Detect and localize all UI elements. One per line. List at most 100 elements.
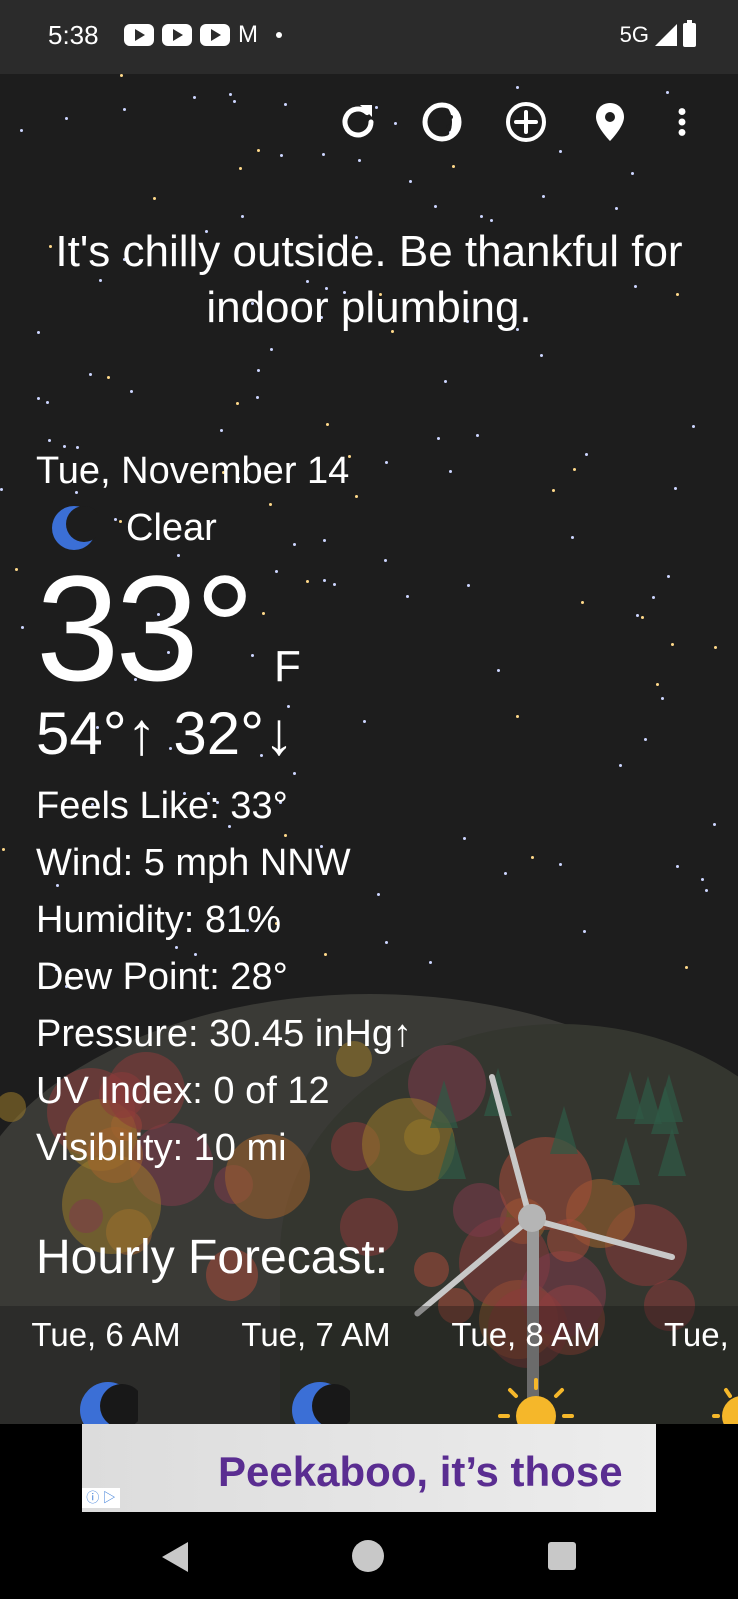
ad-text: Peekaboo, it’s those: [218, 1448, 623, 1495]
star: [676, 865, 679, 868]
pine-tree: [550, 1106, 578, 1154]
hourly-forecast-list[interactable]: Tue, 6 AM Tue, 7 AM Tue, 8 AM Tue,: [0, 1306, 738, 1424]
star: [559, 863, 562, 866]
pine-tree: [612, 1137, 640, 1185]
star: [2, 848, 5, 851]
back-icon[interactable]: [162, 1542, 188, 1572]
system-navigation-bar: [0, 1514, 738, 1599]
star: [434, 205, 437, 208]
star: [671, 643, 674, 646]
star: [713, 823, 716, 826]
star: [229, 93, 232, 96]
temperature-row: 33° F: [36, 553, 536, 703]
ad-banner[interactable]: Peekaboo, it’s those ⓘ ▷: [82, 1424, 656, 1512]
youtube-icon: [200, 24, 230, 46]
moon-icon: [80, 1382, 138, 1424]
wind: Wind: 5 mph NNW: [36, 842, 351, 884]
star: [701, 878, 704, 881]
star: [65, 117, 68, 120]
star: [123, 108, 126, 111]
star: [48, 439, 51, 442]
network-type: 5G: [619, 22, 649, 47]
ad-choices-icon[interactable]: ⓘ ▷: [82, 1488, 120, 1508]
pressure: Pressure: 30.45 inHg↑: [36, 1013, 412, 1055]
overflow-menu-icon: [678, 108, 686, 136]
weather-details: Feels Like: 33° Wind: 5 mph NNW Humidity…: [36, 778, 536, 1177]
battery-icon: [683, 20, 696, 47]
visibility: Visibility: 10 mi: [36, 1127, 287, 1169]
star: [326, 423, 329, 426]
star: [571, 536, 574, 539]
theme-button[interactable]: [418, 98, 466, 146]
star: [705, 889, 708, 892]
dot-icon: [276, 32, 282, 38]
youtube-icon: [162, 24, 192, 46]
star: [631, 172, 634, 175]
temperature-unit: F: [274, 642, 301, 691]
star: [20, 129, 23, 132]
star: [120, 74, 123, 77]
weather-tagline: It's chilly outside. Be thankful for ind…: [55, 227, 683, 332]
star: [644, 738, 647, 741]
star: [239, 167, 242, 170]
hourly-item-time: Tue, 8 AM: [451, 1316, 601, 1353]
overflow-menu-button[interactable]: [662, 98, 702, 146]
star: [280, 154, 283, 157]
toolbar: [330, 98, 710, 150]
refresh-button[interactable]: [334, 98, 382, 146]
star: [322, 153, 325, 156]
star: [674, 487, 677, 490]
star: [130, 390, 133, 393]
star: [476, 434, 479, 437]
star: [667, 575, 670, 578]
star: [46, 401, 49, 404]
current-date: Tue, November 14: [36, 450, 350, 492]
star: [21, 626, 24, 629]
star: [583, 930, 586, 933]
home-icon[interactable]: [352, 1540, 384, 1572]
signal-icon: [655, 24, 677, 46]
star: [437, 437, 440, 440]
location-button[interactable]: [586, 98, 634, 146]
add-icon: [506, 102, 546, 142]
current-temperature: 33°: [36, 544, 255, 712]
star: [581, 601, 584, 604]
hourly-item-time: Tue,: [664, 1316, 729, 1353]
star: [270, 348, 273, 351]
star: [559, 150, 562, 153]
star: [540, 354, 543, 357]
star: [585, 453, 588, 456]
star: [636, 614, 639, 617]
feels-like: Feels Like: 33°: [36, 785, 288, 827]
youtube-icon: [124, 24, 154, 46]
pine-tree: [634, 1076, 662, 1124]
star: [220, 429, 223, 432]
star: [641, 616, 644, 619]
moon-icon: [292, 1382, 350, 1424]
star: [257, 369, 260, 372]
star: [0, 488, 3, 491]
refresh-icon: [342, 105, 374, 138]
sun-icon: [712, 1388, 738, 1424]
tree: [414, 1252, 449, 1287]
star: [236, 402, 239, 405]
star: [107, 376, 110, 379]
star: [257, 149, 260, 152]
hourly-forecast-title: Hourly Forecast:: [36, 1231, 389, 1284]
star: [233, 100, 236, 103]
star: [615, 207, 618, 210]
add-location-button[interactable]: [502, 98, 550, 146]
sun-icon: [498, 1378, 574, 1424]
recents-icon[interactable]: [548, 1542, 576, 1570]
star: [358, 159, 361, 162]
star: [666, 91, 669, 94]
star: [284, 103, 287, 106]
theme-icon: [422, 102, 462, 142]
hourly-item-time: Tue, 7 AM: [241, 1316, 391, 1353]
hourly-item-time: Tue, 6 AM: [31, 1316, 181, 1353]
dew-point: Dew Point: 28°: [36, 956, 288, 998]
star: [256, 396, 259, 399]
uv-index: UV Index: 0 of 12: [36, 1070, 330, 1112]
star: [409, 180, 412, 183]
star: [153, 197, 156, 200]
